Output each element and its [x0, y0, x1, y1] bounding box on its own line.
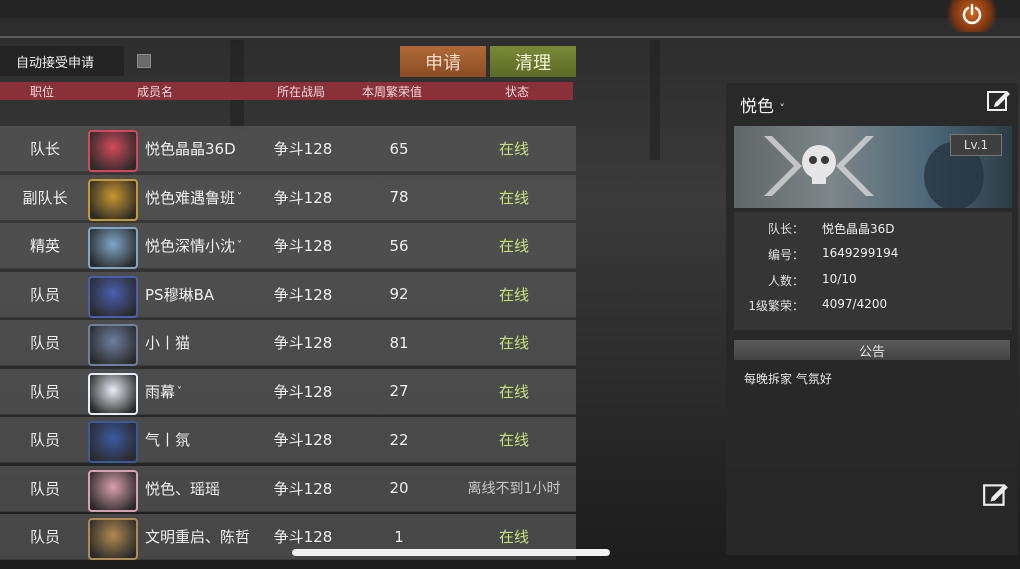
- chevron-down-icon: ˅: [237, 191, 243, 203]
- col-member: 成员名: [137, 84, 174, 99]
- member-avatar[interactable]: [88, 518, 138, 560]
- chevron-down-icon: ˅: [237, 240, 243, 251]
- member-position: 队长: [29, 140, 60, 158]
- col-position: 职位: [30, 84, 55, 99]
- member-name[interactable]: 悦色、瑶瑶: [145, 466, 265, 511]
- member-avatar[interactable]: [88, 421, 138, 463]
- member-status: 在线: [498, 140, 529, 158]
- info-value: 悦色晶晶36D: [822, 222, 895, 236]
- member-avatar[interactable]: [88, 469, 138, 512]
- info-value: 10/10: [822, 272, 857, 286]
- member-name[interactable]: 雨幕 ˅: [145, 369, 265, 414]
- member-status: 在线: [498, 237, 529, 255]
- table-row[interactable]: 队员 悦色、瑶瑶 争斗128 20 离线不到1小时: [0, 465, 576, 512]
- info-label: 人数：: [767, 274, 804, 288]
- notice-title: 公告: [734, 340, 1010, 360]
- member-name[interactable]: 悦色晶晶36D: [145, 126, 265, 171]
- member-name[interactable]: 悦色难遇鲁班 ˅: [145, 175, 265, 220]
- power-button[interactable]: [944, 0, 1000, 32]
- member-zone: 争斗128: [273, 334, 333, 352]
- member-prosperity: 56: [389, 236, 409, 255]
- member-position: 队员: [29, 382, 60, 401]
- member-avatar[interactable]: [88, 130, 138, 172]
- guild-level-badge: Lv.1: [950, 134, 1002, 156]
- member-position: 队员: [29, 479, 60, 498]
- member-prosperity: 27: [389, 382, 409, 400]
- member-status: 在线: [498, 188, 529, 207]
- table-row[interactable]: 副队长 悦色难遇鲁班 ˅ 争斗128 78 在线: [0, 174, 576, 221]
- col-prosperity: 本周繁荣值: [362, 84, 423, 99]
- chevron-down-icon: ˅: [779, 102, 785, 115]
- member-avatar[interactable]: [88, 324, 138, 366]
- member-position: 精英: [29, 237, 60, 255]
- member-avatar[interactable]: [88, 275, 138, 318]
- col-zone: 所在战局: [277, 84, 326, 99]
- table-row[interactable]: 队长 悦色晶晶36D 争斗128 65 在线: [0, 126, 576, 172]
- member-zone: 争斗128: [273, 285, 333, 304]
- top-divider: [0, 36, 1020, 38]
- info-value: 4097/4200: [822, 297, 888, 311]
- member-zone: 争斗128: [273, 479, 333, 498]
- member-name[interactable]: 小丨猫: [145, 320, 265, 365]
- auto-accept-checkbox[interactable]: [137, 54, 151, 68]
- member-zone: 争斗128: [273, 382, 333, 401]
- member-prosperity: 65: [389, 139, 409, 158]
- member-zone: 争斗128: [273, 237, 333, 255]
- member-position: 副队长: [22, 188, 68, 207]
- member-name[interactable]: PS穆琳BA: [145, 272, 265, 317]
- member-zone: 争斗128: [273, 140, 333, 158]
- member-status: 在线: [498, 431, 529, 449]
- member-position: 队员: [29, 431, 60, 449]
- member-name[interactable]: 气丨氛: [145, 417, 265, 462]
- edit-notice-button[interactable]: [982, 481, 1010, 511]
- edit-guild-button[interactable]: [986, 88, 1012, 116]
- member-position: 队员: [29, 334, 60, 352]
- col-status: 状态: [505, 84, 530, 99]
- member-name[interactable]: 悦色深情小沈 ˅: [145, 223, 265, 268]
- clear-button[interactable]: 清理: [490, 46, 576, 77]
- apply-button[interactable]: 申请: [400, 46, 486, 77]
- table-row[interactable]: 队员 雨幕 ˅ 争斗128 27 在线: [0, 368, 576, 415]
- member-position: 队员: [29, 285, 60, 304]
- member-zone: 争斗128: [273, 188, 333, 207]
- member-status: 在线: [498, 382, 529, 401]
- member-status: 离线不到1小时: [467, 481, 561, 497]
- table-row[interactable]: 队员 小丨猫 争斗128 81 在线: [0, 320, 576, 366]
- info-label: 1级繁荣：: [748, 299, 804, 313]
- table-row[interactable]: 队员 气丨氛 争斗128 22 在线: [0, 417, 576, 463]
- member-prosperity: 78: [389, 188, 409, 206]
- member-zone: 争斗128: [273, 431, 333, 449]
- member-prosperity: 81: [389, 333, 409, 352]
- chevron-down-icon: ˅: [177, 385, 183, 397]
- member-name[interactable]: 文明重启、陈哲: [145, 514, 265, 559]
- info-label: 编号：: [767, 248, 804, 262]
- guild-name-dropdown[interactable]: 悦色 ˅: [740, 92, 785, 117]
- member-position: 队员: [29, 528, 60, 546]
- guild-name: 悦色: [740, 97, 774, 117]
- member-prosperity: 92: [389, 285, 409, 303]
- background-post: [650, 40, 660, 160]
- home-indicator[interactable]: [292, 549, 610, 556]
- member-avatar[interactable]: [88, 372, 138, 415]
- info-label: 队长：: [767, 222, 804, 236]
- table-row[interactable]: 精英 悦色深情小沈 ˅ 争斗128 56 在线: [0, 223, 576, 269]
- guild-info: 队长： 悦色晶晶36D 编号： 1649299194 人数： 10/10 1级繁荣： 4097…: [734, 212, 1012, 330]
- member-avatar[interactable]: [88, 178, 138, 221]
- power-icon: [962, 3, 982, 25]
- member-prosperity: 20: [389, 479, 409, 497]
- edit-icon: [983, 484, 1008, 506]
- table-row[interactable]: 队员 PS穆琳BA 争斗128 92 在线: [0, 271, 576, 318]
- notice-text: 每晚拆家 气氛好: [744, 372, 832, 386]
- background-beam: [0, 0, 1020, 18]
- edit-icon: [987, 91, 1010, 111]
- member-status: 在线: [498, 285, 529, 304]
- info-value: 1649299194: [822, 246, 899, 260]
- auto-accept-label: 自动接受申请: [0, 46, 124, 76]
- member-avatar[interactable]: [88, 227, 138, 269]
- member-prosperity: 22: [389, 430, 409, 449]
- table-header: 职位 成员名 所在战局 本周繁荣值 状态: [0, 82, 573, 100]
- member-status: 在线: [498, 334, 529, 352]
